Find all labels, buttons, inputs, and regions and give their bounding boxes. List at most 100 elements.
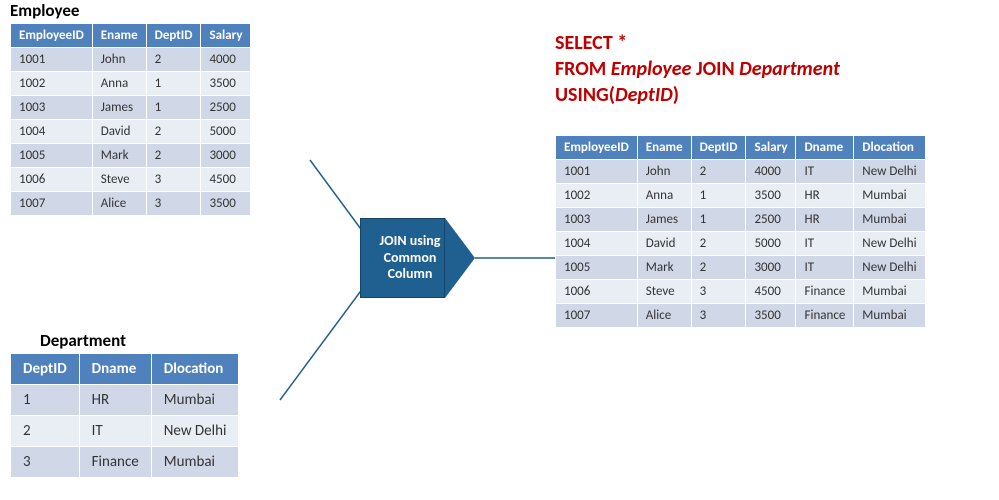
result-section: EmployeeID Ename DeptID Salary Dname Dlo… <box>555 135 926 328</box>
col-header: Ename <box>637 136 691 160</box>
table-cell: John <box>637 160 691 184</box>
table-cell: 3 <box>146 192 201 216</box>
sql-query: SELECT * FROM Employee JOIN Department U… <box>555 30 840 108</box>
table-cell: Alice <box>637 304 691 328</box>
table-cell: Mumbai <box>854 208 925 232</box>
table-cell: Steve <box>92 168 146 192</box>
join-arrow-shape: JOIN using Common Column <box>360 218 470 298</box>
table-cell: New Delhi <box>151 416 239 447</box>
sql-keyword-using: USING( <box>555 83 615 107</box>
table-row: 1003James12500 <box>11 96 251 120</box>
sql-keyword-join: JOIN <box>696 57 735 81</box>
table-row: 1007Alice33500FinanceMumbai <box>556 304 926 328</box>
table-row: 1006Steve34500FinanceMumbai <box>556 280 926 304</box>
table-cell: 2 <box>691 160 746 184</box>
table-cell: 1007 <box>11 192 93 216</box>
table-cell: 1006 <box>11 168 93 192</box>
table-row: 1HRMumbai <box>11 385 239 416</box>
table-cell: IT <box>796 160 854 184</box>
table-cell: 1002 <box>11 72 93 96</box>
table-cell: 3 <box>11 447 80 478</box>
col-header: DeptID <box>691 136 746 160</box>
table-cell: HR <box>796 208 854 232</box>
sql-table-department: Department <box>739 57 840 81</box>
sql-keyword-select: SELECT <box>555 31 613 55</box>
table-cell: 3 <box>691 280 746 304</box>
table-cell: Steve <box>637 280 691 304</box>
table-cell: 1 <box>691 184 746 208</box>
col-header: Dname <box>796 136 854 160</box>
table-cell: Finance <box>796 304 854 328</box>
col-header: Dname <box>79 354 151 385</box>
table-cell: 1006 <box>556 280 638 304</box>
table-row: 1002Anna13500HRMumbai <box>556 184 926 208</box>
table-cell: 2 <box>691 256 746 280</box>
sql-line: FROM Employee JOIN Department <box>555 56 840 82</box>
table-cell: 1 <box>691 208 746 232</box>
table-cell: HR <box>796 184 854 208</box>
table-cell: David <box>637 232 691 256</box>
table-row: 3FinanceMumbai <box>11 447 239 478</box>
table-cell: 1005 <box>556 256 638 280</box>
table-cell: 4500 <box>746 280 796 304</box>
table-cell: Mumbai <box>151 385 239 416</box>
table-cell: 1007 <box>556 304 638 328</box>
table-cell: 2500 <box>746 208 796 232</box>
table-row: 1006Steve34500 <box>11 168 251 192</box>
table-cell: 1 <box>146 72 201 96</box>
col-header: Ename <box>92 24 146 48</box>
table-cell: New Delhi <box>854 256 925 280</box>
col-header: EmployeeID <box>11 24 93 48</box>
department-title: Department <box>40 330 239 351</box>
table-cell: 1004 <box>556 232 638 256</box>
table-cell: New Delhi <box>854 232 925 256</box>
department-table: DeptID Dname Dlocation 1HRMumbai2ITNew D… <box>10 353 239 478</box>
table-cell: 3500 <box>201 72 251 96</box>
table-cell: 2 <box>691 232 746 256</box>
col-header: Dlocation <box>854 136 925 160</box>
sql-using-column: DeptID <box>615 83 673 107</box>
table-cell: 1001 <box>556 160 638 184</box>
table-cell: IT <box>796 256 854 280</box>
table-row: 1005Mark23000 <box>11 144 251 168</box>
department-section: Department DeptID Dname Dlocation 1HRMum… <box>10 330 239 478</box>
table-cell: 1 <box>146 96 201 120</box>
table-cell: 1001 <box>11 48 93 72</box>
table-cell: Mumbai <box>151 447 239 478</box>
table-cell: 5000 <box>746 232 796 256</box>
table-cell: 3500 <box>746 184 796 208</box>
table-cell: 1005 <box>11 144 93 168</box>
table-cell: 2 <box>146 48 201 72</box>
table-cell: 3 <box>146 168 201 192</box>
col-header: EmployeeID <box>556 136 638 160</box>
table-row: 1004David25000ITNew Delhi <box>556 232 926 256</box>
sql-line: USING(DeptID) <box>555 82 840 108</box>
table-cell: 1002 <box>556 184 638 208</box>
table-cell: Mumbai <box>854 280 925 304</box>
table-cell: IT <box>79 416 151 447</box>
table-cell: James <box>92 96 146 120</box>
result-header-row: EmployeeID Ename DeptID Salary Dname Dlo… <box>556 136 926 160</box>
col-header: Salary <box>746 136 796 160</box>
table-cell: 4000 <box>201 48 251 72</box>
table-cell: David <box>92 120 146 144</box>
table-cell: 2 <box>146 120 201 144</box>
department-header-row: DeptID Dname Dlocation <box>11 354 239 385</box>
table-cell: James <box>637 208 691 232</box>
col-header: Dlocation <box>151 354 239 385</box>
table-cell: New Delhi <box>854 160 925 184</box>
table-cell: 2 <box>146 144 201 168</box>
table-cell: 1003 <box>11 96 93 120</box>
col-header: DeptID <box>11 354 80 385</box>
table-cell: Mumbai <box>854 304 925 328</box>
table-cell: 1004 <box>11 120 93 144</box>
table-cell: 5000 <box>201 120 251 144</box>
table-cell: Alice <box>92 192 146 216</box>
col-header: Salary <box>201 24 251 48</box>
sql-keyword-from: FROM <box>555 57 606 81</box>
table-cell: 3500 <box>201 192 251 216</box>
table-cell: HR <box>79 385 151 416</box>
table-row: 2ITNew Delhi <box>11 416 239 447</box>
table-row: 1003James12500HRMumbai <box>556 208 926 232</box>
employee-title: Employee <box>10 0 251 21</box>
